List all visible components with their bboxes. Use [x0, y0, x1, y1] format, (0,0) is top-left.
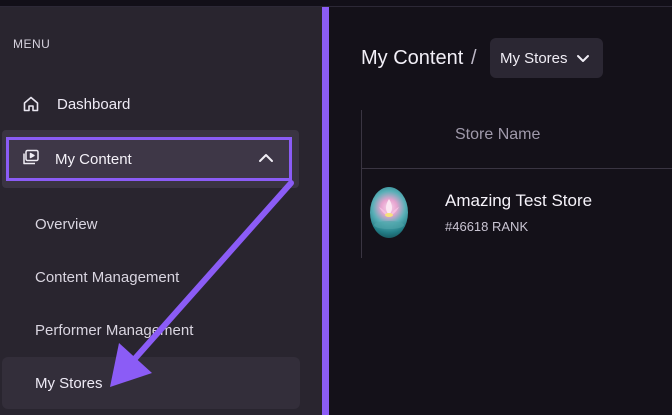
home-icon: [22, 95, 40, 113]
store-name[interactable]: Amazing Test Store: [445, 191, 592, 211]
sidebar-subitem-performer-management[interactable]: Performer Management: [35, 322, 193, 339]
store-avatar: [370, 187, 408, 238]
sidebar-item-label: My Content: [55, 150, 132, 168]
breadcrumb-separator: /: [471, 47, 477, 69]
menu-heading: MENU: [13, 37, 51, 51]
column-header-store-name[interactable]: Store Name: [455, 126, 540, 144]
video-icon: [22, 148, 40, 171]
chevron-down-icon: [576, 53, 590, 63]
store-select-dropdown[interactable]: My Stores: [490, 38, 603, 78]
sidebar: [0, 7, 322, 415]
chevron-up-icon[interactable]: [257, 151, 275, 170]
sidebar-item-dashboard[interactable]: Dashboard: [22, 93, 130, 115]
store-rank: #46618 RANK: [445, 219, 529, 234]
table-header-divider: [361, 168, 672, 169]
sidebar-subitem-my-stores[interactable]: My Stores: [35, 375, 103, 392]
sidebar-divider: [322, 7, 329, 415]
breadcrumb-title[interactable]: My Content: [361, 47, 463, 70]
sidebar-item-label: Dashboard: [57, 95, 131, 113]
store-select-value: My Stores: [500, 49, 568, 67]
sidebar-subitem-content-management[interactable]: Content Management: [35, 269, 179, 286]
top-border: [0, 0, 672, 7]
table-border: [361, 110, 362, 258]
sidebar-item-my-content[interactable]: My Content: [6, 137, 292, 181]
sidebar-subitem-overview[interactable]: Overview: [35, 216, 98, 233]
